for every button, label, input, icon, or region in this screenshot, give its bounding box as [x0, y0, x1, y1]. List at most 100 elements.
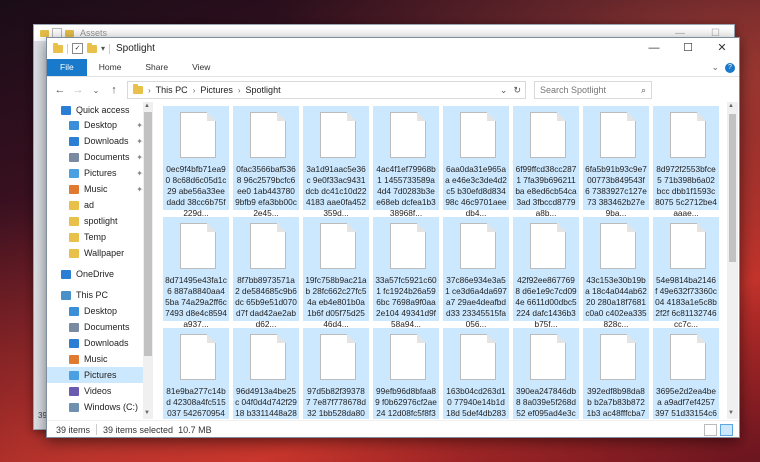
- back-arrow-icon[interactable]: ←: [53, 84, 67, 96]
- help-icon[interactable]: ?: [725, 63, 735, 73]
- file-item[interactable]: 33a57fc5921c601 fc1924b26a596bc 7698a9f0…: [373, 217, 439, 321]
- separator: [96, 424, 97, 435]
- tab-share[interactable]: Share: [133, 59, 180, 76]
- drive-icon: [69, 403, 79, 412]
- file-item[interactable]: 163b04cd263d10 77940e14b1d18d 5def4db283…: [443, 328, 509, 419]
- up-arrow-icon[interactable]: ↑: [107, 84, 121, 96]
- file-item[interactable]: 99efb96d8bfaa89 f0b62976cf2ae24 12d08fc5…: [373, 328, 439, 419]
- expand-ribbon-icon[interactable]: ⌄: [711, 62, 719, 73]
- nav-item[interactable]: Temp: [47, 229, 143, 245]
- file-item[interactable]: 8d71495e43fa1c6 887a8840aa45ba 74a29a2ff…: [163, 217, 229, 321]
- search-input[interactable]: Search Spotlight ⌕: [534, 81, 652, 99]
- properties-icon[interactable]: ✓: [72, 43, 83, 54]
- tab-home[interactable]: Home: [87, 59, 134, 76]
- nav-item[interactable]: Pictures: [47, 367, 143, 383]
- file-grid-scrollbar[interactable]: ▲ ▼: [727, 102, 738, 419]
- nav-item[interactable]: Documents✦: [47, 149, 143, 165]
- close-button[interactable]: ✕: [705, 38, 739, 59]
- file-item[interactable]: 6f99ffcd38cc2871 7fa39b696211ba e8ed6cb5…: [513, 106, 579, 210]
- file-item[interactable]: 19fc758b9ac21ab 28fc662c27fc54a eb4e801b…: [303, 217, 369, 321]
- scroll-up-icon[interactable]: ▲: [728, 103, 734, 109]
- navigation-scrollbar[interactable]: ▲ ▼: [143, 102, 153, 419]
- nav-item[interactable]: Quick access: [47, 102, 143, 118]
- file-item[interactable]: 3a1d91aac5e36c 9e0f33ac9431dcb dc41c10d2…: [303, 106, 369, 210]
- nav-item[interactable]: OneDrive: [47, 266, 143, 282]
- tab-file[interactable]: File: [47, 59, 87, 76]
- breadcrumb-pictures[interactable]: Pictures: [200, 85, 233, 95]
- nav-item-label: Videos: [84, 386, 111, 396]
- file-item[interactable]: 54e9814ba2146f 49e632f73360c04 4183a1e5c…: [653, 217, 719, 321]
- file-name: 33a57fc5921c601 fc1924b26a596bc 7698a9f0…: [375, 275, 437, 330]
- forward-arrow-icon[interactable]: →: [71, 84, 85, 96]
- file-item[interactable]: 8f7bb8973571a2 de584685c9b6dc 65b9e51d07…: [233, 217, 299, 321]
- nav-item-label: Music: [84, 184, 108, 194]
- pin-icon: ✦: [136, 185, 143, 194]
- nav-item-label: Desktop: [84, 306, 117, 316]
- file-item[interactable]: 0fac3566baf5368 96c2579bcfc6ee0 1ab44378…: [233, 106, 299, 210]
- file-icon: [390, 112, 426, 158]
- file-name: 43c153e30b19ba 18c4a044ab6220 280a18f768…: [585, 275, 647, 330]
- details-view-icon[interactable]: [704, 424, 717, 436]
- file-grid-scroll-thumb[interactable]: [729, 114, 736, 262]
- file-name: 6fa5b91b93c9e7 00773b849543f6 7383927c12…: [585, 164, 647, 219]
- file-item[interactable]: 0ec9f4bfb71ea90 8c68d6c05d1c29 abe56a33e…: [163, 106, 229, 210]
- file-item[interactable]: 6aa0da31e965aa e46e3c3de4d2c5 b30efd8d83…: [443, 106, 509, 210]
- file-item[interactable]: 37c86e934e3a51 ce3d6a4da697a7 29ae4deafb…: [443, 217, 509, 321]
- breadcrumb-separator-icon[interactable]: ›: [238, 86, 241, 95]
- breadcrumb-separator-icon[interactable]: ›: [193, 86, 196, 95]
- music-icon: [69, 185, 79, 194]
- minimize-button[interactable]: —: [637, 38, 671, 59]
- nav-item[interactable]: Documents: [47, 319, 143, 335]
- navigation-scroll-thumb[interactable]: [144, 112, 152, 356]
- large-icons-view-icon[interactable]: [720, 424, 733, 436]
- search-placeholder: Search Spotlight: [540, 85, 606, 95]
- nav-item[interactable]: Wallpaper: [47, 245, 143, 261]
- file-item[interactable]: 43c153e30b19ba 18c4a044ab6220 280a18f768…: [583, 217, 649, 321]
- nav-item[interactable]: Desktop: [47, 303, 143, 319]
- customize-quick-access-icon[interactable]: ▾: [101, 44, 105, 53]
- file-name: 97d5b82f393787 7e87f778678d32 1bb528da80…: [305, 386, 367, 419]
- file-item[interactable]: 96d4913a4be25c 04f0d4d742f2918 b3311448a…: [233, 328, 299, 419]
- scroll-down-icon[interactable]: ▼: [144, 410, 150, 416]
- file-item[interactable]: 42f92ee8677698 d6e1e9c7cd094e 6611d00dbc…: [513, 217, 579, 321]
- nav-item[interactable]: This PC: [47, 287, 143, 303]
- file-name: 392edf8b98da8b b2a7b83b8721b3 ac48fffcba…: [585, 386, 647, 419]
- recent-locations-icon[interactable]: ⌄: [89, 86, 103, 95]
- explorer-window[interactable]: ✓ ▾ Spotlight — ☐ ✕ File Home Share View…: [46, 37, 740, 438]
- nav-item[interactable]: Downloads✦: [47, 133, 143, 149]
- folder-icon: [65, 30, 74, 37]
- file-item[interactable]: 3695e2d2ea4bea a9adf7ef4257397 51d33154c…: [653, 328, 719, 419]
- file-item[interactable]: 97d5b82f393787 7e87f778678d32 1bb528da80…: [303, 328, 369, 419]
- address-row: ← → ⌄ ↑ › This PC › Pictures › Spotlight…: [47, 77, 739, 103]
- folder-icon: [69, 201, 79, 210]
- status-bar: 39 items 39 items selected 10.7 MB: [47, 420, 739, 438]
- new-folder-icon[interactable]: [87, 45, 97, 53]
- nav-item[interactable]: spotlight: [47, 213, 143, 229]
- refresh-icon[interactable]: ↻: [513, 85, 521, 96]
- nav-item[interactable]: ad: [47, 197, 143, 213]
- nav-item[interactable]: Music ✦: [47, 181, 143, 197]
- file-icon: [530, 334, 566, 380]
- breadcrumb-separator-icon[interactable]: ›: [148, 86, 151, 95]
- maximize-button[interactable]: ☐: [671, 38, 705, 59]
- file-item[interactable]: 392edf8b98da8b b2a7b83b8721b3 ac48fffcba…: [583, 328, 649, 419]
- tab-view[interactable]: View: [180, 59, 222, 76]
- nav-item[interactable]: Pictures✦: [47, 165, 143, 181]
- scroll-up-icon[interactable]: ▲: [144, 103, 150, 109]
- file-name: 6f99ffcd38cc2871 7fa39b696211ba e8ed6cb5…: [515, 164, 577, 219]
- file-item[interactable]: 8d972f2553bfce5 71b398b6a02bcc dbb1f1593…: [653, 106, 719, 210]
- scroll-down-icon[interactable]: ▼: [728, 410, 734, 416]
- file-item[interactable]: 6fa5b91b93c9e7 00773b849543f6 7383927c12…: [583, 106, 649, 210]
- nav-item[interactable]: Downloads: [47, 335, 143, 351]
- nav-item[interactable]: Windows (C:): [47, 399, 143, 415]
- file-item[interactable]: 4ac4f1ef79968b1 1455733589a4d4 7d0283b3e…: [373, 106, 439, 210]
- breadcrumb-this-pc[interactable]: This PC: [156, 85, 188, 95]
- file-item[interactable]: 390ea247846db8 8a039e5f268d52 ef095ad4e3…: [513, 328, 579, 419]
- file-item[interactable]: 81e9ba277c14bd 42308a4fc515037 542670954…: [163, 328, 229, 419]
- nav-item[interactable]: Music: [47, 351, 143, 367]
- nav-item[interactable]: Videos: [47, 383, 143, 399]
- address-bar[interactable]: › This PC › Pictures › Spotlight ⌄ ↻: [127, 81, 526, 99]
- address-dropdown-icon[interactable]: ⌄: [500, 85, 508, 96]
- nav-item[interactable]: Desktop✦: [47, 117, 143, 133]
- breadcrumb-spotlight[interactable]: Spotlight: [246, 85, 281, 95]
